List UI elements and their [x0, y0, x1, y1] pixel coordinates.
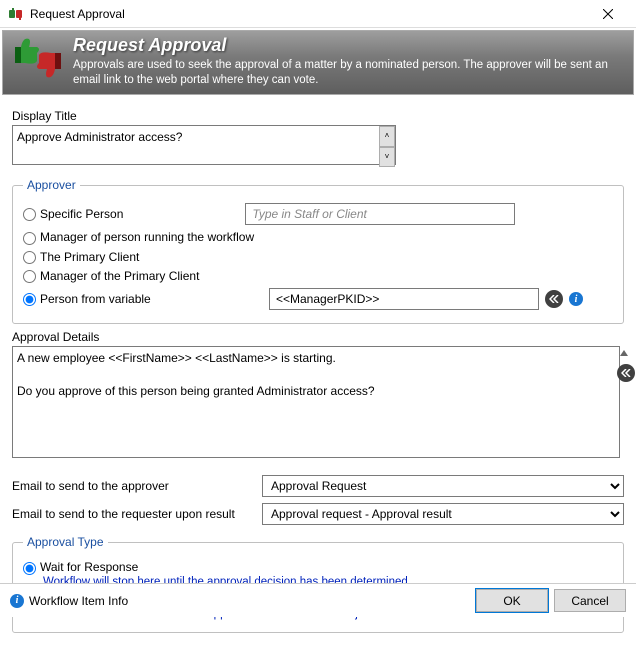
approver-legend: Approver	[23, 178, 80, 192]
app-icon	[8, 6, 24, 22]
email-approver-label: Email to send to the approver	[12, 479, 262, 493]
email-requester-select[interactable]: Approval request - Approval result	[262, 503, 624, 525]
ok-button[interactable]: OK	[476, 589, 548, 612]
chevron-left-double-icon	[549, 295, 559, 303]
footer: i Workflow Item Info OK Cancel	[0, 583, 636, 617]
email-requester-label: Email to send to the requester upon resu…	[12, 507, 262, 521]
radio-wait-label: Wait for Response	[40, 560, 138, 574]
radio-primary-client[interactable]: The Primary Client	[23, 250, 139, 264]
display-title-down[interactable]: ˅	[379, 147, 395, 168]
info-icon[interactable]: i	[569, 292, 583, 306]
display-title-label: Display Title	[12, 109, 624, 123]
radio-specific-label: Specific Person	[40, 207, 123, 221]
titlebar: Request Approval	[0, 0, 636, 28]
details-up-button[interactable]	[617, 346, 631, 360]
approval-details-wrap	[12, 346, 632, 461]
variable-input[interactable]	[269, 288, 539, 310]
banner-heading: Request Approval	[73, 35, 623, 56]
window-title: Request Approval	[30, 7, 588, 21]
radio-manager-primary-label: Manager of the Primary Client	[40, 269, 199, 283]
radio-manager-runner[interactable]: Manager of person running the workflow	[23, 230, 254, 244]
radio-from-variable[interactable]: Person from variable	[23, 292, 263, 306]
approver-group: Approver Specific Person Manager of pers…	[12, 178, 624, 324]
close-button[interactable]	[588, 0, 628, 28]
display-title-input[interactable]	[12, 125, 396, 165]
display-title-wrap: ˄ ˅	[12, 125, 396, 168]
chevron-left-double-icon	[621, 369, 631, 377]
workflow-info-label: Workflow Item Info	[29, 594, 128, 608]
variable-expand-button[interactable]	[545, 290, 563, 308]
radio-specific-person[interactable]: Specific Person	[23, 207, 123, 221]
close-icon	[603, 9, 613, 19]
radio-from-variable-label: Person from variable	[40, 292, 151, 306]
thumbs-icon	[9, 35, 65, 79]
staff-client-input[interactable]	[245, 203, 515, 225]
details-expand-button[interactable]	[617, 364, 635, 382]
approval-details-input[interactable]	[12, 346, 620, 458]
banner-description: Approvals are used to seek the approval …	[73, 58, 623, 88]
radio-primary-client-label: The Primary Client	[40, 250, 139, 264]
info-icon: i	[10, 594, 24, 608]
cancel-button[interactable]: Cancel	[554, 589, 626, 612]
radio-manager-primary[interactable]: Manager of the Primary Client	[23, 269, 199, 283]
banner: Request Approval Approvals are used to s…	[2, 30, 634, 95]
radio-wait-response[interactable]: Wait for Response	[23, 560, 138, 574]
approval-details-label: Approval Details	[12, 330, 624, 344]
display-title-up[interactable]: ˄	[379, 126, 395, 147]
approval-type-legend: Approval Type	[23, 535, 108, 549]
workflow-item-info-link[interactable]: i Workflow Item Info	[10, 594, 470, 608]
email-approver-select[interactable]: Approval Request	[262, 475, 624, 497]
caret-up-icon	[620, 350, 628, 356]
content-area: Display Title ˄ ˅ Approver Specific Pers…	[0, 97, 636, 645]
radio-manager-runner-label: Manager of person running the workflow	[40, 230, 254, 244]
